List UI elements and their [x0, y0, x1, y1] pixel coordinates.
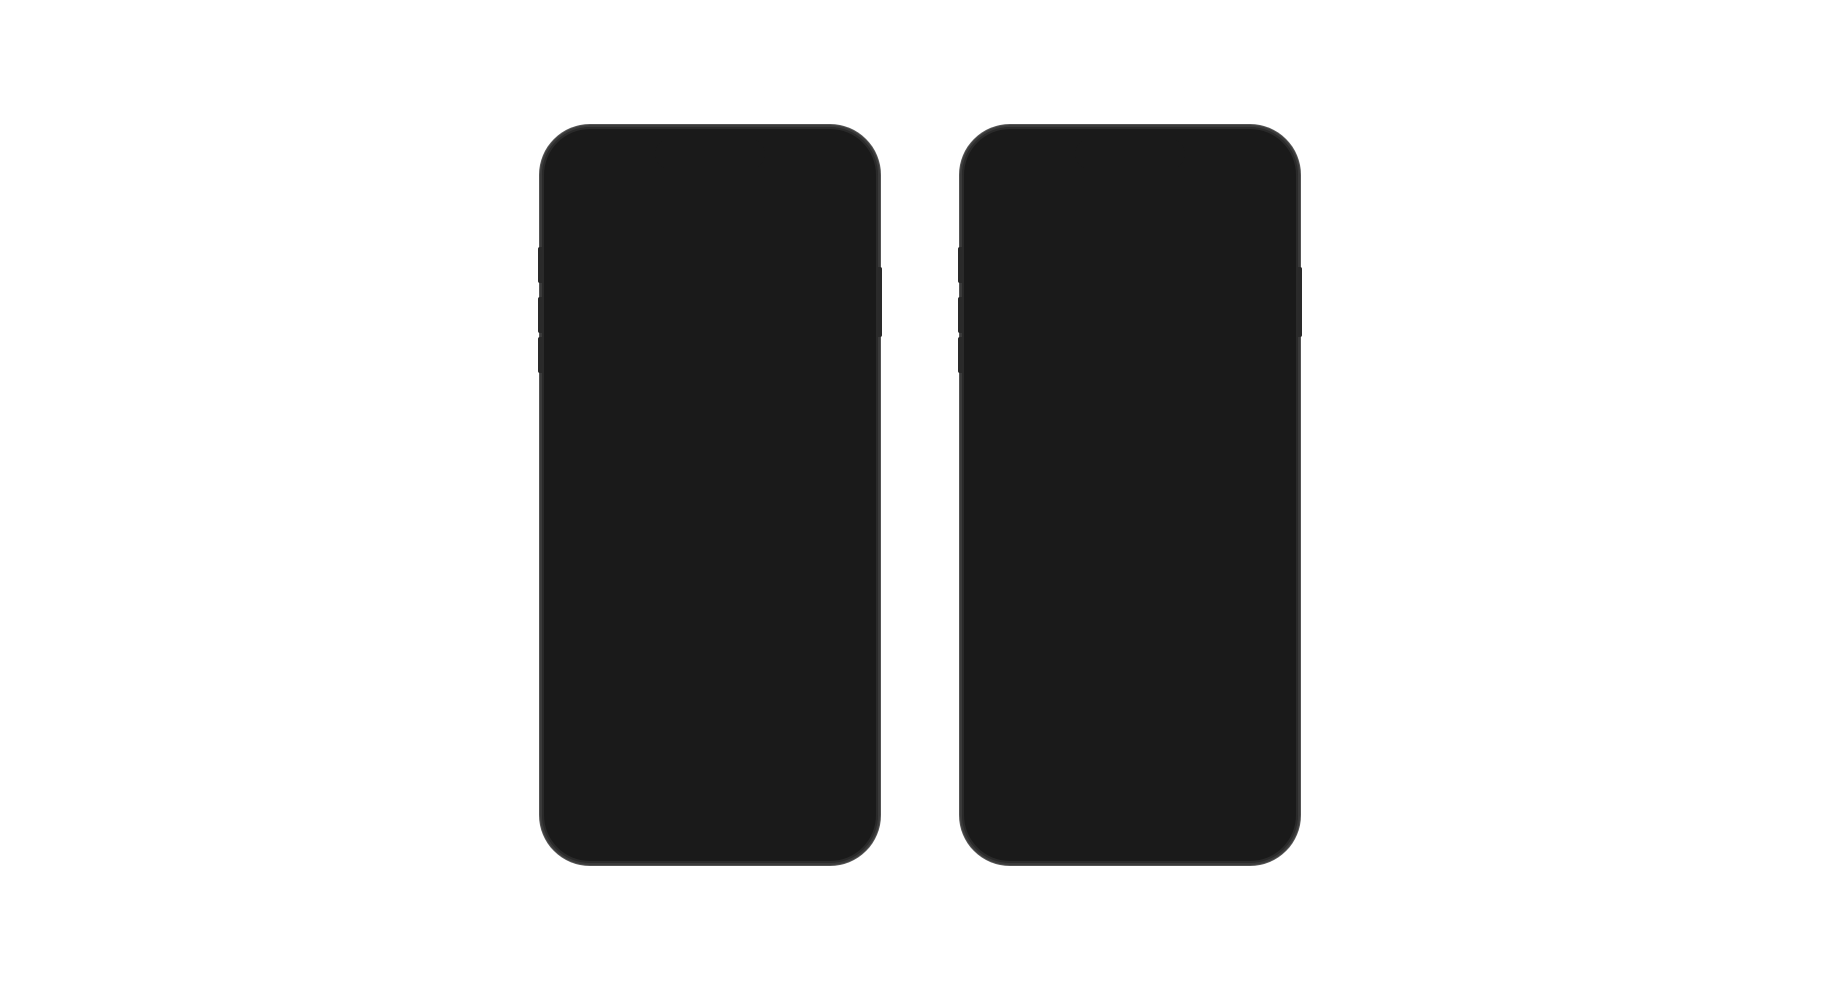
list-item-5-right[interactable]: Female Scratch Handicap	[970, 570, 1290, 616]
wifi-icon-left: ▲	[812, 160, 824, 174]
sheet-handle-area-left: ×	[550, 335, 870, 357]
back-chevron-left: ‹	[566, 201, 571, 217]
list-item-1-right[interactable]: LPGA TOUR - Average ✓	[970, 383, 1290, 432]
list-item-2-left[interactable]: Male D1 College - Top 25 Players	[550, 452, 870, 498]
left-phone: 10:09 ▲ 86 ‹ Back 🔍 👤 🔔	[540, 125, 880, 865]
bottom-sheet-right: × LPGA TOUR - Top 25 Players LPGA TOUR -…	[970, 315, 1290, 855]
home-indicator-left	[650, 843, 770, 847]
list-item-4-left[interactable]: Male Plus Handicap	[550, 544, 870, 590]
list-item-9-right[interactable]: TOUR - Average	[970, 754, 1290, 800]
list-item-6-left[interactable]: Male 5 Handicap	[550, 636, 870, 682]
list-item-label-7-left: Male 10 Handicap	[566, 696, 687, 713]
list-item-0-left[interactable]: TOUR - Top 25 Players	[550, 357, 870, 403]
section-title-left: Player Ability Comparisons	[566, 306, 854, 327]
phone-screen-right: 10:19 ▲ 84 ‹ Back 🔍 👤 🔔	[970, 135, 1290, 855]
list-item-label-1-left: TOUR - Average	[566, 419, 676, 436]
status-time-right: 10:19	[992, 159, 1028, 175]
back-button-right[interactable]: ‹ Back	[986, 201, 1026, 217]
list-item-label-0-left: TOUR - Top 25 Players	[566, 371, 721, 388]
list-item-0-right[interactable]: LPGA TOUR - Top 25 Players	[970, 337, 1290, 383]
list-item-label-0-right: LPGA TOUR - Top 25 Players	[986, 351, 1184, 368]
list-item-2-right[interactable]: Female D1 College - Top 25 Players	[970, 432, 1290, 478]
back-button-left[interactable]: ‹ Back	[566, 201, 606, 217]
dynamic-island-right	[1075, 139, 1185, 169]
section-header-right: Player Ability Comparisons	[970, 257, 1290, 306]
list-item-4-right[interactable]: Female Plus Handicap	[970, 524, 1290, 570]
section-title-right: Player Ability Comparisons	[986, 271, 1274, 292]
battery-icon-left: 86	[829, 161, 848, 174]
nav-bar-right: ‹ Back 🔍 👤 🔔 ⊕▾	[970, 187, 1290, 231]
list-item-9-left[interactable]: LPGA TOUR - Top 25 Players	[550, 774, 870, 820]
back-label-left: Back	[575, 201, 606, 217]
back-label-right: Back	[995, 201, 1026, 217]
list-item-label-6-left: Male 5 Handicap	[566, 650, 679, 667]
battery-icon-right: 84	[1249, 161, 1268, 174]
close-button-right[interactable]: ×	[1250, 323, 1276, 349]
list-item-label-4-right: Female Plus Handicap	[986, 538, 1137, 555]
list-item-label-2-right: Female D1 College - Top 25 Players	[986, 446, 1227, 463]
signal-bars-right	[1210, 161, 1227, 173]
list-item-label-5-left: Male Scratch Handicap	[566, 604, 721, 621]
check-mark-1-right: ✓	[1261, 397, 1274, 417]
sheet-handle-area-right: ×	[970, 315, 1290, 337]
back-chevron-right: ‹	[986, 201, 991, 217]
list-item-8-right[interactable]: TOUR - Top 25 Players	[970, 708, 1290, 754]
nav-icons-right: 🔍 👤 🔔 ⊕▾	[1157, 199, 1274, 219]
dynamic-island-left	[655, 139, 765, 169]
wifi-icon-right: ▲	[1232, 160, 1244, 174]
sheet-list-right: LPGA TOUR - Top 25 Players LPGA TOUR - A…	[970, 337, 1290, 800]
list-item-8-left[interactable]: Male 15 Handicap	[550, 728, 870, 774]
signal-bars-left	[790, 161, 807, 173]
status-icons-right: ▲ 84	[1210, 160, 1268, 174]
sheet-handle-left	[692, 345, 728, 349]
list-item-3-left[interactable]: Male D1 College	[550, 498, 870, 544]
list-item-label-8-left: Male 15 Handicap	[566, 742, 687, 759]
list-item-label-4-left: Male Plus Handicap	[566, 558, 699, 575]
list-item-label-9-left: LPGA TOUR - Top 25 Players	[566, 788, 764, 805]
list-item-1-left[interactable]: TOUR - Average ✓	[550, 403, 870, 452]
phone-screen-left: 10:09 ▲ 86 ‹ Back 🔍 👤 🔔	[550, 135, 870, 855]
bell-icon-right[interactable]: 🔔	[1221, 199, 1241, 219]
nav-icons-left: 🔍 👤 🔔 ⊕▾	[737, 199, 854, 219]
search-icon-right[interactable]: 🔍	[1157, 199, 1177, 219]
list-item-label-3-right: Female D1 College	[986, 492, 1114, 509]
right-phone: 10:19 ▲ 84 ‹ Back 🔍 👤 🔔	[960, 125, 1300, 865]
list-item-label-7-right: Female 10 Handicap	[986, 676, 1124, 693]
search-icon-left[interactable]: 🔍	[737, 199, 757, 219]
display-prefs-header-left: Display Preferences	[550, 231, 870, 298]
bottom-sheet-left: × TOUR - Top 25 Players TOUR - Average ✓…	[550, 335, 870, 855]
sheet-handle-right	[1112, 325, 1148, 329]
status-time-left: 10:09	[572, 159, 608, 175]
add-icon-left[interactable]: ⊕▾	[833, 199, 854, 219]
sheet-list-left: TOUR - Top 25 Players TOUR - Average ✓ M…	[550, 357, 870, 820]
check-mark-1-left: ✓	[841, 417, 854, 437]
list-item-7-left[interactable]: Male 10 Handicap	[550, 682, 870, 728]
person-icon-left[interactable]: 👤	[769, 199, 789, 219]
status-icons-left: ▲ 86	[790, 160, 848, 174]
person-icon-right[interactable]: 👤	[1189, 199, 1209, 219]
list-item-label-8-right: TOUR - Top 25 Players	[986, 722, 1141, 739]
list-item-label-2-left: Male D1 College - Top 25 Players	[566, 466, 789, 483]
display-prefs-title-left: Display Preferences	[566, 243, 854, 288]
list-item-6-right[interactable]: Female 5 Handicap	[970, 616, 1290, 662]
list-item-7-right[interactable]: Female 10 Handicap	[970, 662, 1290, 708]
list-item-label-6-right: Female 5 Handicap	[986, 630, 1116, 647]
list-item-label-1-right: LPGA TOUR - Average	[986, 399, 1139, 416]
list-item-3-right[interactable]: Female D1 College	[970, 478, 1290, 524]
list-item-label-3-left: Male D1 College	[566, 512, 677, 529]
display-prefs-tab-right[interactable]: Display Preferences	[986, 236, 1102, 257]
list-item-label-9-right: TOUR - Average	[986, 768, 1096, 785]
nav-bar-left: ‹ Back 🔍 👤 🔔 ⊕▾	[550, 187, 870, 231]
tab-header-right: Display Preferences	[970, 231, 1290, 257]
list-item-label-5-right: Female Scratch Handicap	[986, 584, 1159, 601]
add-icon-right[interactable]: ⊕▾	[1253, 199, 1274, 219]
close-button-left[interactable]: ×	[830, 343, 856, 369]
home-indicator-right	[1070, 843, 1190, 847]
list-item-5-left[interactable]: Male Scratch Handicap	[550, 590, 870, 636]
bell-icon-left[interactable]: 🔔	[801, 199, 821, 219]
